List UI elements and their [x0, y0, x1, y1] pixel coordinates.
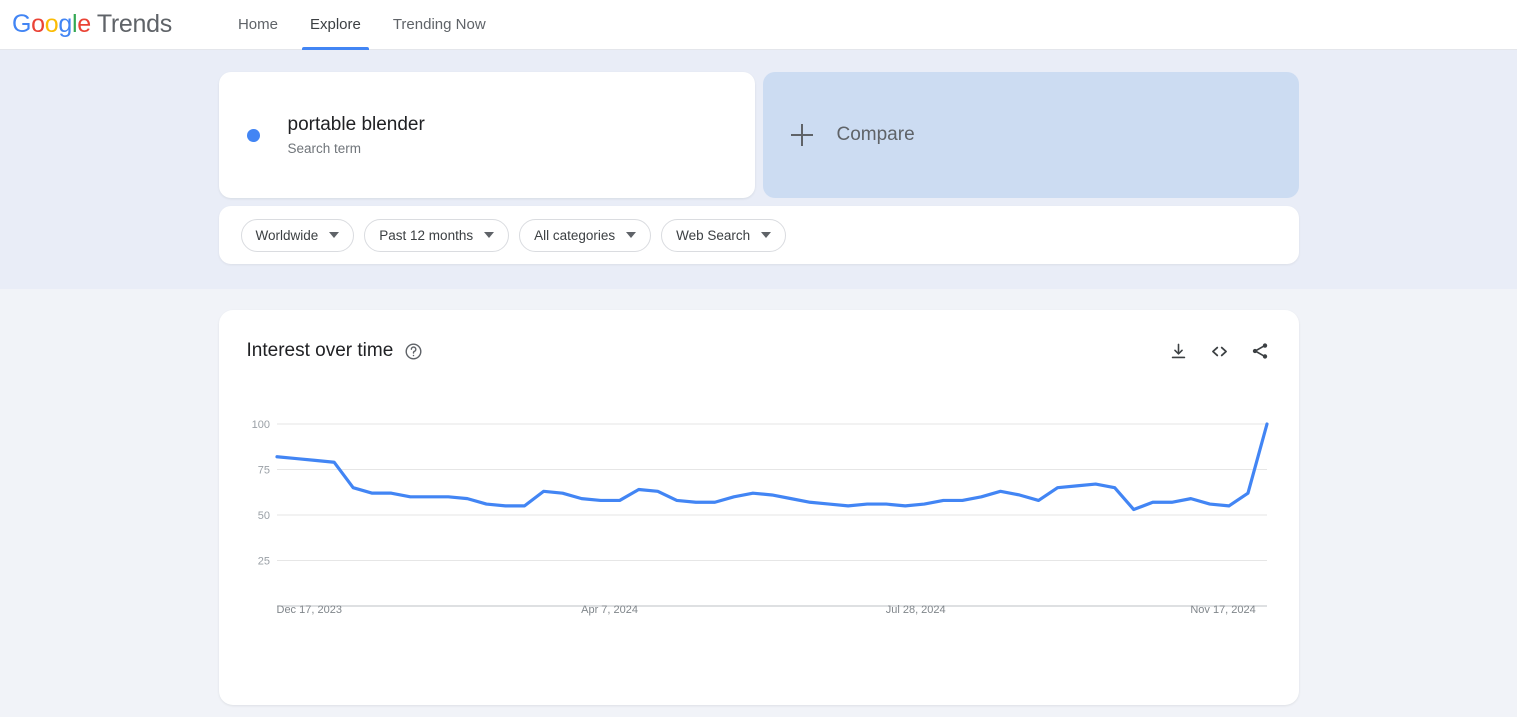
embed-code-icon[interactable] [1209, 341, 1230, 362]
google-wordmark: Google [12, 10, 91, 38]
filter-search-type[interactable]: Web Search [661, 218, 787, 252]
x-axis-labels: Dec 17, 2023 Apr 7, 2024 Jul 28, 2024 Nov 1… [247, 604, 1271, 624]
filter-time-range-label: Past 12 months [379, 227, 474, 243]
chevron-down-icon [484, 232, 495, 238]
y-axis-tick-label: 25 [257, 556, 269, 568]
search-term-card[interactable]: portable blender Search term [218, 72, 755, 198]
nav-item-explore-label: Explore [309, 16, 361, 33]
x-axis-tick-label: Apr 7, 2024 [581, 604, 638, 616]
filter-bar: Worldwide Past 12 months All categories … [218, 206, 1299, 264]
series-line-portable-blender [277, 424, 1267, 510]
nav-item-trending-now[interactable]: Trending Now [377, 0, 502, 50]
chart-plot-area: 25 50 75 100 Dec 17, 2023 Apr 7, 2024 Jul 28,… [247, 418, 1271, 648]
x-axis-tick-label: Dec 17, 2023 [276, 604, 342, 616]
y-axis-tick-label: 75 [257, 465, 269, 477]
nav-item-explore[interactable]: Explore [294, 0, 377, 50]
search-term-subtitle: Search term [287, 140, 362, 156]
y-axis-tick-label: 50 [257, 510, 269, 522]
plus-icon [790, 124, 813, 146]
filter-search-type-label: Web Search [676, 227, 751, 243]
compare-card[interactable]: Compare [762, 72, 1299, 198]
series-color-dot [246, 128, 260, 142]
chart-title: Interest over time [246, 340, 394, 361]
y-axis-tick-label: 100 [251, 419, 269, 431]
filter-location-label: Worldwide [255, 227, 319, 243]
x-axis-tick-label: Nov 17, 2024 [1190, 604, 1256, 616]
chart-header: Interest over time [247, 336, 1271, 366]
top-navigation-bar: Google Trends Home Explore Trending Now [0, 0, 1517, 50]
filter-location[interactable]: Worldwide [240, 218, 355, 252]
chart-section: Interest over time 25 50 75 100 Dec 17, … [0, 289, 1517, 705]
chevron-down-icon [626, 232, 637, 238]
interest-over-time-card: Interest over time 25 50 75 100 Dec 17, … [218, 310, 1299, 705]
nav-item-home-label: Home [237, 16, 278, 33]
filter-time-range[interactable]: Past 12 months [364, 218, 510, 252]
filter-category[interactable]: All categories [519, 218, 652, 252]
search-term-title: portable blender [287, 113, 425, 135]
chevron-down-icon [761, 232, 772, 238]
search-terms-row: portable blender Search term Compare [218, 72, 1299, 198]
x-axis-tick-label: Jul 28, 2024 [885, 604, 946, 616]
nav-item-trending-now-label: Trending Now [392, 16, 486, 33]
chart-title-group: Interest over time [247, 340, 424, 362]
help-circle-icon[interactable] [404, 342, 423, 361]
trends-wordmark: Trends [96, 10, 172, 38]
filter-category-label: All categories [534, 227, 616, 243]
query-section: portable blender Search term Compare Wor… [0, 50, 1517, 289]
chart-actions [1168, 341, 1271, 362]
search-term-text: portable blender Search term [288, 113, 425, 158]
chevron-down-icon [329, 232, 340, 238]
download-icon[interactable] [1168, 341, 1189, 362]
main-nav: Home Explore Trending Now [222, 0, 502, 50]
query-inner: portable blender Search term Compare Wor… [218, 72, 1299, 264]
google-trends-logo[interactable]: Google Trends [12, 10, 172, 39]
share-icon[interactable] [1250, 341, 1271, 362]
nav-item-home[interactable]: Home [222, 0, 294, 50]
compare-label: Compare [836, 124, 915, 145]
